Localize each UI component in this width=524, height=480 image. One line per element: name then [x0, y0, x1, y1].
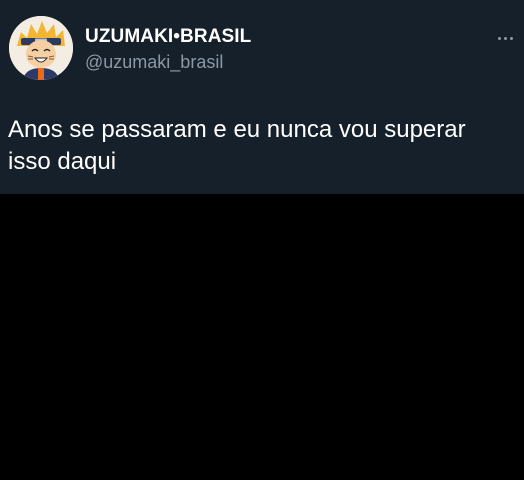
avatar[interactable] — [9, 16, 73, 80]
more-horizontal-icon — [497, 36, 501, 40]
display-name[interactable]: UZUMAKI•BRASIL — [85, 26, 251, 48]
more-options-button[interactable] — [490, 30, 520, 46]
tweet-card: UZUMAKI•BRASIL @uzumaki_brasil Anos se p… — [0, 0, 524, 194]
naruto-avatar-image — [9, 16, 73, 80]
tweet-text: Anos se passaram e eu nunca vou superar … — [8, 116, 466, 175]
user-handle[interactable]: @uzumaki_brasil — [85, 52, 223, 73]
